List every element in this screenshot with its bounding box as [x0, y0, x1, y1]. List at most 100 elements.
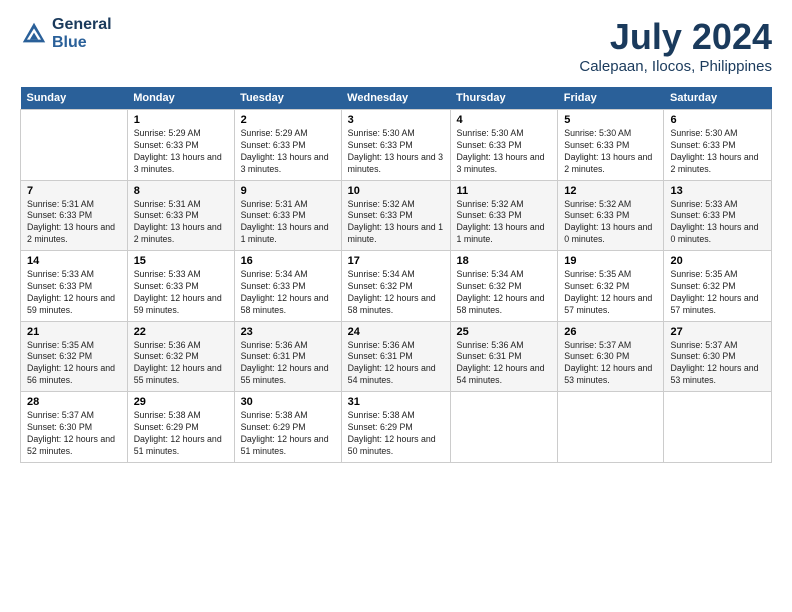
day-info: Sunrise: 5:37 AMSunset: 6:30 PMDaylight:… [670, 340, 765, 388]
day-info: Sunrise: 5:38 AMSunset: 6:29 PMDaylight:… [134, 410, 228, 458]
day-cell: 19Sunrise: 5:35 AMSunset: 6:32 PMDayligh… [558, 251, 664, 322]
day-cell: 10 Sunrise: 5:32 AMSunset: 6:33 PMDayligh… [341, 180, 450, 251]
day-number: 5 [564, 114, 657, 126]
day-info: Sunrise: 5:29 AMSunset: 6:33 PMDaylight:… [241, 128, 335, 176]
day-cell: 12 Sunrise: 5:32 AMSunset: 6:33 PMDayligh… [558, 180, 664, 251]
calendar-table: SundayMondayTuesdayWednesdayThursdayFrid… [20, 87, 772, 463]
day-info: Sunrise: 5:30 AMSunset: 6:33 PMDaylight:… [348, 128, 444, 176]
day-cell: 24 Sunrise: 5:36 AMSunset: 6:31 PMDayligh… [341, 321, 450, 392]
week-row-4: 28 Sunrise: 5:37 AMSunset: 6:30 PMDayligh… [21, 392, 772, 463]
day-info: Sunrise: 5:35 AMSunset: 6:32 PMDaylight:… [670, 269, 765, 317]
day-info: Sunrise: 5:35 AMSunset: 6:32 PMDaylight:… [27, 340, 121, 388]
day-number: 14 [27, 255, 121, 267]
day-cell: 27 Sunrise: 5:37 AMSunset: 6:30 PMDayligh… [664, 321, 772, 392]
day-cell: 11 Sunrise: 5:32 AMSunset: 6:33 PMDayligh… [450, 180, 558, 251]
day-number: 6 [670, 114, 765, 126]
day-cell [21, 110, 128, 181]
day-number: 18 [457, 255, 552, 267]
week-row-1: 7Sunrise: 5:31 AMSunset: 6:33 PMDaylight… [21, 180, 772, 251]
day-cell: 4 Sunrise: 5:30 AMSunset: 6:33 PMDaylight… [450, 110, 558, 181]
day-info: Sunrise: 5:37 AMSunset: 6:30 PMDaylight:… [564, 340, 657, 388]
day-cell: 9 Sunrise: 5:31 AMSunset: 6:33 PMDaylight… [234, 180, 341, 251]
logo-icon [20, 20, 48, 48]
day-number: 11 [457, 185, 552, 197]
day-number: 26 [564, 326, 657, 338]
day-cell: 2 Sunrise: 5:29 AMSunset: 6:33 PMDaylight… [234, 110, 341, 181]
day-cell: 25 Sunrise: 5:36 AMSunset: 6:31 PMDayligh… [450, 321, 558, 392]
day-cell: 22Sunrise: 5:36 AMSunset: 6:32 PMDayligh… [127, 321, 234, 392]
day-info: Sunrise: 5:34 AMSunset: 6:32 PMDaylight:… [348, 269, 444, 317]
day-cell: 7Sunrise: 5:31 AMSunset: 6:33 PMDaylight… [21, 180, 128, 251]
day-info: Sunrise: 5:31 AMSunset: 6:33 PMDaylight:… [27, 199, 121, 247]
day-number: 21 [27, 326, 121, 338]
day-number: 20 [670, 255, 765, 267]
day-cell: 14 Sunrise: 5:33 AMSunset: 6:33 PMDayligh… [21, 251, 128, 322]
header-cell-thursday: Thursday [450, 87, 558, 110]
day-info: Sunrise: 5:37 AMSunset: 6:30 PMDaylight:… [27, 410, 121, 458]
header-cell-wednesday: Wednesday [341, 87, 450, 110]
day-cell [664, 392, 772, 463]
week-row-3: 21 Sunrise: 5:35 AMSunset: 6:32 PMDayligh… [21, 321, 772, 392]
day-cell: 3Sunrise: 5:30 AMSunset: 6:33 PMDaylight… [341, 110, 450, 181]
day-info: Sunrise: 5:38 AMSunset: 6:29 PMDaylight:… [241, 410, 335, 458]
day-info: Sunrise: 5:33 AMSunset: 6:33 PMDaylight:… [670, 199, 765, 247]
day-info: Sunrise: 5:33 AMSunset: 6:33 PMDaylight:… [27, 269, 121, 317]
day-cell: 20 Sunrise: 5:35 AMSunset: 6:32 PMDayligh… [664, 251, 772, 322]
day-number: 1 [134, 114, 228, 126]
day-number: 13 [670, 185, 765, 197]
day-info: Sunrise: 5:34 AMSunset: 6:32 PMDaylight:… [457, 269, 552, 317]
day-info: Sunrise: 5:36 AMSunset: 6:31 PMDaylight:… [457, 340, 552, 388]
day-number: 2 [241, 114, 335, 126]
header-cell-sunday: Sunday [21, 87, 128, 110]
day-cell: 17Sunrise: 5:34 AMSunset: 6:32 PMDayligh… [341, 251, 450, 322]
day-info: Sunrise: 5:30 AMSunset: 6:33 PMDaylight:… [670, 128, 765, 176]
day-number: 30 [241, 396, 335, 408]
day-number: 23 [241, 326, 335, 338]
day-info: Sunrise: 5:34 AMSunset: 6:33 PMDaylight:… [241, 269, 335, 317]
day-info: Sunrise: 5:32 AMSunset: 6:33 PMDaylight:… [348, 199, 444, 247]
day-info: Sunrise: 5:36 AMSunset: 6:31 PMDaylight:… [348, 340, 444, 388]
day-number: 24 [348, 326, 444, 338]
header: General Blue July 2024 Calepaan, Ilocos,… [20, 16, 772, 75]
day-number: 28 [27, 396, 121, 408]
day-cell: 5 Sunrise: 5:30 AMSunset: 6:33 PMDaylight… [558, 110, 664, 181]
week-row-0: 1 Sunrise: 5:29 AMSunset: 6:33 PMDaylight… [21, 110, 772, 181]
day-cell: 30 Sunrise: 5:38 AMSunset: 6:29 PMDayligh… [234, 392, 341, 463]
day-info: Sunrise: 5:30 AMSunset: 6:33 PMDaylight:… [457, 128, 552, 176]
day-cell: 28 Sunrise: 5:37 AMSunset: 6:30 PMDayligh… [21, 392, 128, 463]
header-cell-saturday: Saturday [664, 87, 772, 110]
day-number: 12 [564, 185, 657, 197]
day-info: Sunrise: 5:32 AMSunset: 6:33 PMDaylight:… [564, 199, 657, 247]
day-number: 29 [134, 396, 228, 408]
day-info: Sunrise: 5:38 AMSunset: 6:29 PMDaylight:… [348, 410, 444, 458]
day-cell: 31 Sunrise: 5:38 AMSunset: 6:29 PMDayligh… [341, 392, 450, 463]
day-number: 25 [457, 326, 552, 338]
day-cell: 13 Sunrise: 5:33 AMSunset: 6:33 PMDayligh… [664, 180, 772, 251]
day-info: Sunrise: 5:30 AMSunset: 6:33 PMDaylight:… [564, 128, 657, 176]
day-cell [450, 392, 558, 463]
day-cell: 1Sunrise: 5:29 AMSunset: 6:33 PMDaylight… [127, 110, 234, 181]
day-info: Sunrise: 5:31 AMSunset: 6:33 PMDaylight:… [241, 199, 335, 247]
logo-text: General Blue [52, 16, 112, 52]
day-number: 4 [457, 114, 552, 126]
day-cell: 16 Sunrise: 5:34 AMSunset: 6:33 PMDayligh… [234, 251, 341, 322]
day-info: Sunrise: 5:32 AMSunset: 6:33 PMDaylight:… [457, 199, 552, 247]
day-number: 10 [348, 185, 444, 197]
day-cell: 23 Sunrise: 5:36 AMSunset: 6:31 PMDayligh… [234, 321, 341, 392]
title-block: July 2024 Calepaan, Ilocos, Philippines [579, 16, 772, 75]
page: General Blue July 2024 Calepaan, Ilocos,… [0, 0, 792, 612]
day-info: Sunrise: 5:36 AMSunset: 6:31 PMDaylight:… [241, 340, 335, 388]
day-cell: 29 Sunrise: 5:38 AMSunset: 6:29 PMDayligh… [127, 392, 234, 463]
day-cell: 26 Sunrise: 5:37 AMSunset: 6:30 PMDayligh… [558, 321, 664, 392]
day-number: 9 [241, 185, 335, 197]
day-info: Sunrise: 5:35 AMSunset: 6:32 PMDaylight:… [564, 269, 657, 317]
header-cell-friday: Friday [558, 87, 664, 110]
day-number: 27 [670, 326, 765, 338]
day-number: 16 [241, 255, 335, 267]
day-number: 31 [348, 396, 444, 408]
header-cell-monday: Monday [127, 87, 234, 110]
logo: General Blue [20, 16, 112, 52]
day-cell: 15Sunrise: 5:33 AMSunset: 6:33 PMDayligh… [127, 251, 234, 322]
header-row: SundayMondayTuesdayWednesdayThursdayFrid… [21, 87, 772, 110]
day-cell [558, 392, 664, 463]
